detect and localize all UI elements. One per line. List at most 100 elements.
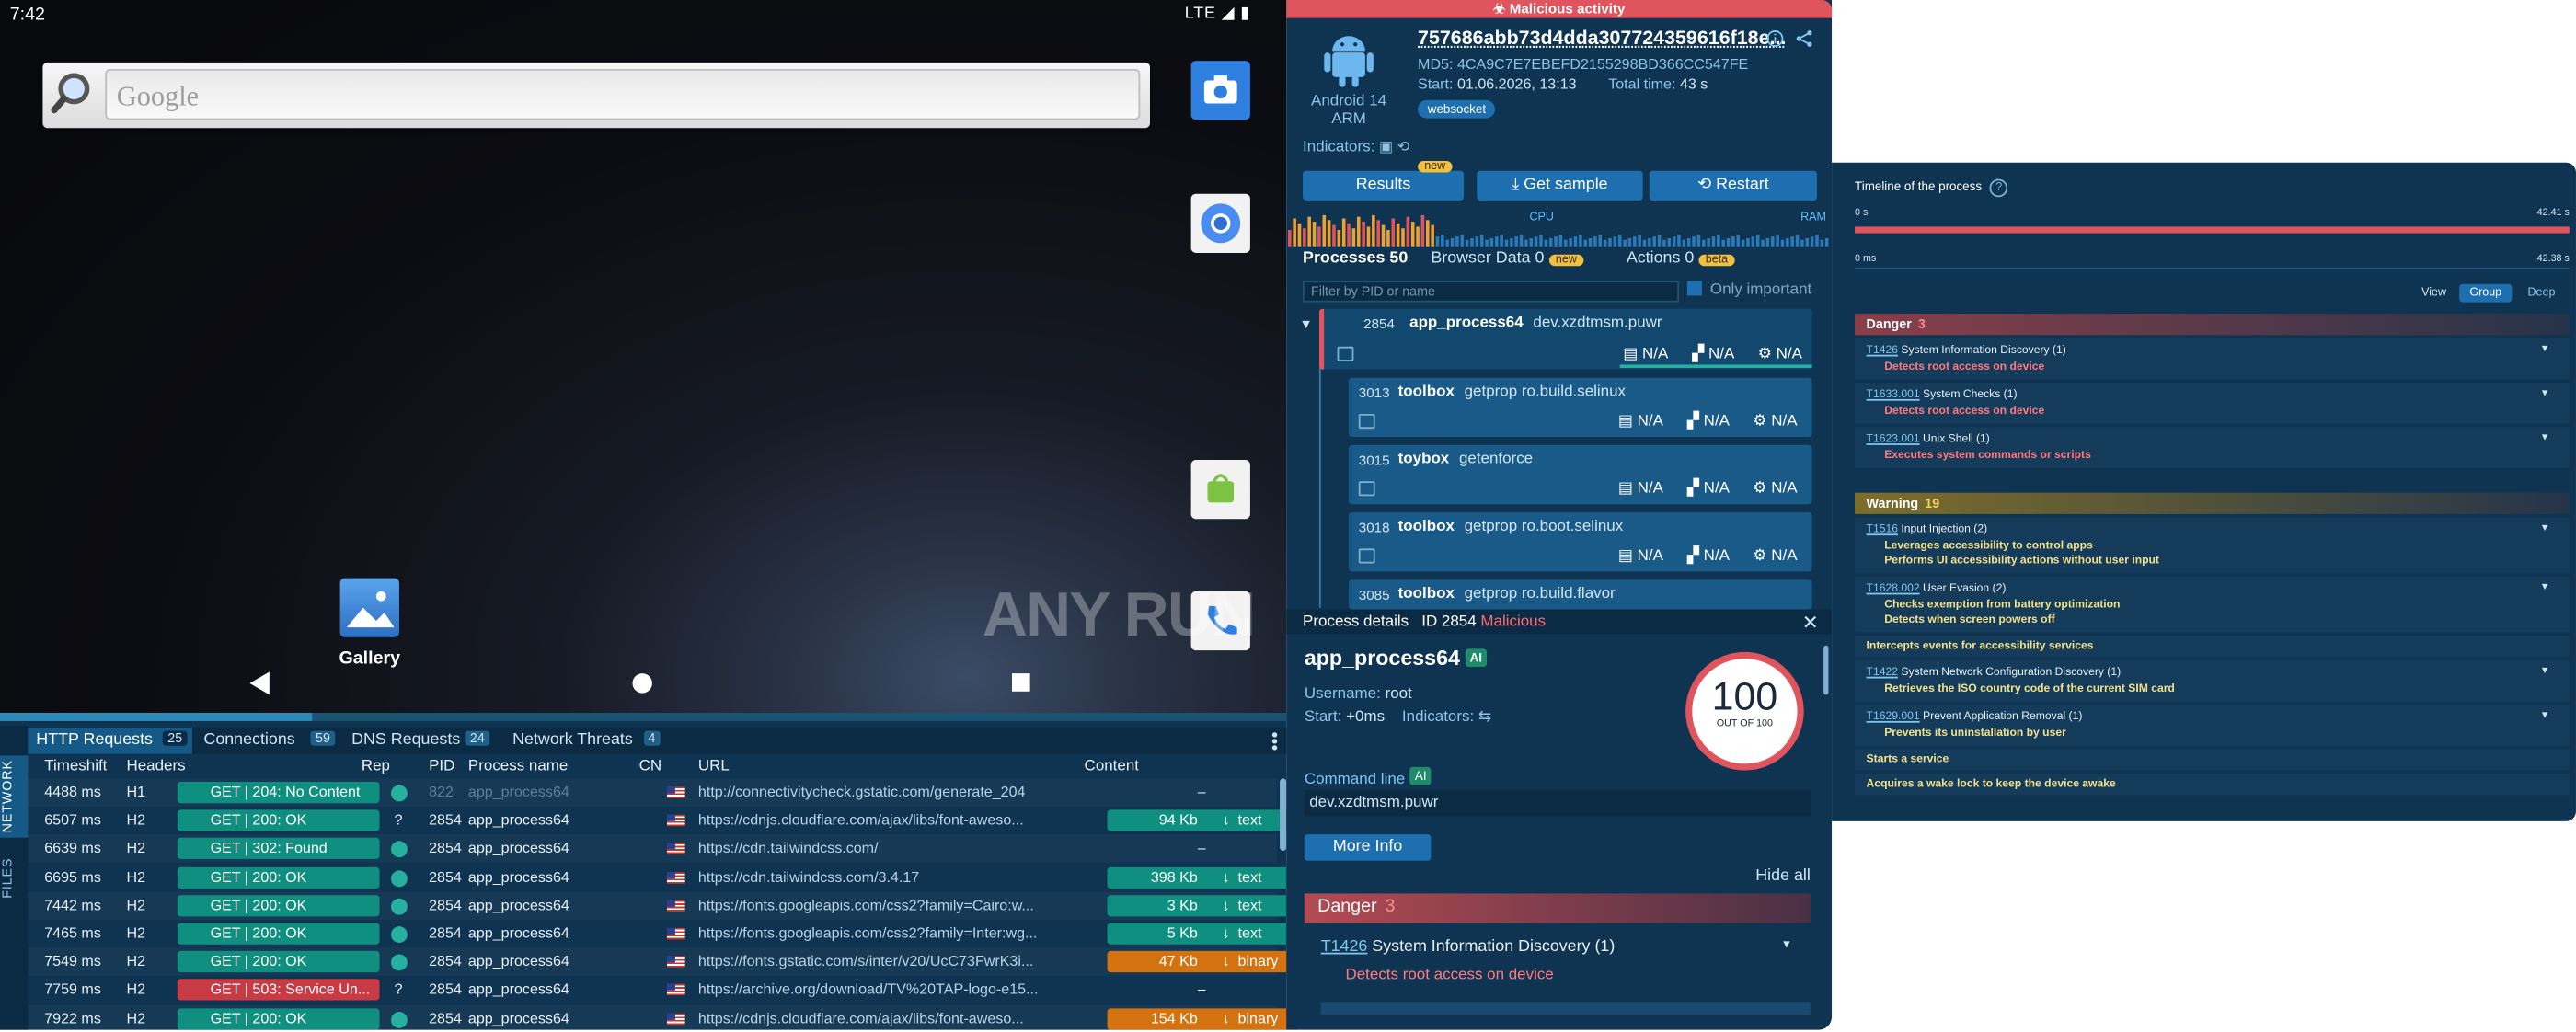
chevron-down-icon[interactable]: ▼ bbox=[2540, 711, 2550, 721]
timeline-warning-section[interactable]: Warning 19 bbox=[1855, 492, 2570, 514]
status-badge[interactable]: GET | 200: OK bbox=[177, 894, 380, 917]
details-scrollbar[interactable] bbox=[1823, 645, 1829, 695]
process-item[interactable]: 3085 toolbox getprop ro.build.flavor bbox=[1349, 579, 1812, 610]
danger-technique[interactable]: T1426 System Information Discovery (1) bbox=[1321, 938, 1616, 957]
more-info-button[interactable]: More Info bbox=[1304, 834, 1432, 861]
table-row[interactable]: 6695 ms H2 GET | 200: OK 2854 app_process64 h… bbox=[28, 864, 1300, 891]
table-scrollbar[interactable] bbox=[1280, 778, 1287, 851]
table-row[interactable]: 7759 ms H2 GET | 503: Service Un...? 2854 ap… bbox=[28, 976, 1276, 1003]
collapse-icon[interactable]: ▼ bbox=[1299, 317, 1312, 332]
row-url[interactable]: https://fonts.googleapis.com/css2?family… bbox=[698, 897, 1073, 913]
col-headers[interactable]: Headers bbox=[126, 757, 185, 775]
timeline-technique[interactable]: T1628.002 User Evasion (2) ▼ Checks exempt… bbox=[1855, 576, 2570, 633]
col-content[interactable]: Content bbox=[1085, 757, 1139, 775]
status-badge[interactable]: GET | 200: OK bbox=[177, 809, 380, 831]
get-sample-button[interactable]: ⤓ Get sample bbox=[1477, 170, 1643, 201]
content-badge[interactable]: 154 Kb ↓ binary bbox=[1107, 1007, 1300, 1029]
task-hash[interactable]: 757686abb73d4dda307724359616f18e... bbox=[1418, 27, 1786, 50]
timeline-technique[interactable]: T1426 System Information Discovery (1) ▼ D… bbox=[1855, 338, 2570, 380]
table-row[interactable]: 7465 ms H2 GET | 200: OK 2854 app_process64 h… bbox=[28, 920, 1300, 947]
row-url[interactable]: https://cdnjs.cloudflare.com/ajax/libs/f… bbox=[698, 1009, 1073, 1026]
tab-connections[interactable]: Connections 59 bbox=[195, 728, 339, 754]
back-icon[interactable] bbox=[249, 671, 270, 695]
status-badge[interactable]: GET | 204: No Content bbox=[177, 781, 380, 804]
command-line-value[interactable]: dev.xzdtmsm.puwr bbox=[1304, 789, 1811, 817]
help-icon[interactable]: ? bbox=[1989, 178, 2008, 198]
row-url[interactable]: https://fonts.gstatic.com/s/inter/v20/Uc… bbox=[698, 953, 1073, 969]
table-row[interactable]: 4488 ms H1 GET | 204: No Content 822 app_pro… bbox=[28, 778, 1276, 806]
hide-all-button[interactable]: Hide all bbox=[1755, 867, 1811, 886]
side-tab-network[interactable]: NETWORK bbox=[0, 755, 29, 838]
process-filter-input[interactable]: Filter by PID or name bbox=[1303, 281, 1679, 303]
content-badge[interactable]: 5 Kb ↓ text bbox=[1107, 923, 1300, 945]
tab-browser-data[interactable]: Browser Data 0 new bbox=[1431, 249, 1583, 268]
timeline-technique[interactable]: T1623.001 Unix Shell (1) ▼ Executes system… bbox=[1855, 427, 2570, 468]
row-url[interactable]: http://connectivitycheck.gstatic.com/gen… bbox=[698, 784, 1073, 800]
row-url[interactable]: https://cdn.tailwindcss.com/ bbox=[698, 840, 1073, 856]
tab-actions[interactable]: Actions 0 beta bbox=[1627, 249, 1735, 268]
more-options-icon[interactable]: • • • bbox=[1271, 727, 1278, 758]
share-icon[interactable] bbox=[1796, 29, 1814, 48]
tab-dns-requests[interactable]: DNS Requests 24 bbox=[343, 728, 494, 754]
chevron-down-icon[interactable]: ▼ bbox=[2540, 345, 2550, 355]
content-badge[interactable]: 398 Kb ↓ text bbox=[1107, 866, 1300, 889]
process-item[interactable]: 3013 toolbox getprop ro.build.selinux ▤ N/A… bbox=[1349, 377, 1812, 437]
status-badge[interactable]: GET | 200: OK bbox=[177, 866, 380, 889]
app-store-icon[interactable] bbox=[1190, 459, 1250, 520]
danger-section[interactable]: Danger 3 bbox=[1304, 893, 1811, 923]
status-badge[interactable]: GET | 302: Found bbox=[177, 838, 380, 860]
camera-app-icon[interactable] bbox=[1190, 61, 1250, 120]
home-icon[interactable] bbox=[632, 673, 652, 694]
row-url[interactable]: https://archive.org/download/TV%20TAP-lo… bbox=[698, 981, 1073, 998]
browser-app-icon[interactable] bbox=[1190, 193, 1250, 253]
view-deep-button[interactable]: Deep bbox=[2515, 284, 2568, 303]
process-root[interactable]: 2854 app_process64 dev.xzdtmsm.puwr ▤ N/A ▞ … bbox=[1318, 308, 1812, 370]
row-url[interactable]: https://cdnjs.cloudflare.com/ajax/libs/f… bbox=[698, 811, 1073, 828]
content-badge[interactable]: 94 Kb ↓ text bbox=[1107, 809, 1300, 831]
checkbox-icon[interactable] bbox=[1686, 281, 1702, 296]
timeline-technique[interactable]: T1516 Input Injection (2) ▼ Leverages acce… bbox=[1855, 517, 2570, 574]
table-row[interactable]: 7922 ms H2 GET | 200: OK 2854 app_process64 h… bbox=[28, 1004, 1300, 1032]
search-input[interactable]: Google bbox=[105, 68, 1141, 120]
tab-processes[interactable]: Processes 50 bbox=[1303, 249, 1408, 268]
gallery-app-icon[interactable] bbox=[339, 578, 399, 637]
tab-http-requests[interactable]: HTTP Requests 25 bbox=[28, 728, 192, 754]
table-row[interactable]: 7549 ms H2 GET | 200: OK 2854 app_process64 h… bbox=[28, 948, 1300, 976]
status-badge[interactable]: GET | 200: OK bbox=[177, 1007, 380, 1029]
timeline-event[interactable]: Intercepts events for accessibility serv… bbox=[1855, 636, 2570, 658]
timeline-technique[interactable]: T1629.001 Prevent Application Removal (1… bbox=[1855, 705, 2570, 746]
process-item[interactable]: 3015 toybox getenforce ▤ N/A ▞ N/A ⚙ N/A bbox=[1349, 444, 1812, 505]
chevron-down-icon[interactable]: ▼ bbox=[2540, 524, 2550, 534]
websocket-tag[interactable]: websocket bbox=[1418, 99, 1496, 119]
chevron-down-icon[interactable]: ▼ bbox=[2540, 433, 2550, 443]
only-important-toggle[interactable]: Only important bbox=[1686, 281, 1811, 299]
tab-network-threats[interactable]: Network Threats 4 bbox=[504, 728, 665, 754]
results-button[interactable]: Results bbox=[1303, 170, 1465, 201]
col-rep[interactable]: Rep bbox=[362, 757, 390, 775]
recents-icon[interactable] bbox=[1011, 673, 1030, 692]
row-url[interactable]: https://cdn.tailwindcss.com/3.4.17 bbox=[698, 868, 1073, 885]
chevron-down-icon[interactable]: ▼ bbox=[2540, 667, 2550, 677]
side-tab-files[interactable]: FILES bbox=[0, 854, 28, 904]
timeline-bar[interactable] bbox=[1855, 226, 2570, 234]
status-badge[interactable]: GET | 503: Service Un... bbox=[177, 979, 380, 1002]
timeline-technique[interactable]: T1633.001 System Checks (1) ▼ Detects root… bbox=[1855, 383, 2570, 424]
google-search-widget[interactable]: Google bbox=[42, 62, 1150, 129]
row-url[interactable]: https://fonts.googleapis.com/css2?family… bbox=[698, 924, 1073, 941]
info-icon[interactable] bbox=[1766, 29, 1785, 48]
content-badge[interactable]: 3 Kb ↓ text bbox=[1107, 894, 1300, 917]
col-url[interactable]: URL bbox=[698, 757, 730, 775]
status-badge[interactable]: GET | 200: OK bbox=[177, 951, 380, 973]
status-badge[interactable]: GET | 200: OK bbox=[177, 923, 380, 945]
col-pid[interactable]: PID bbox=[429, 757, 454, 775]
col-process-name[interactable]: Process name bbox=[468, 757, 568, 775]
process-item[interactable]: 3018 toolbox getprop ro.boot.selinux ▤ N/A ▞… bbox=[1349, 512, 1812, 572]
timeline-event[interactable]: Acquires a wake lock to keep the device … bbox=[1855, 774, 2570, 796]
col-timeshift[interactable]: Timeshift bbox=[44, 757, 107, 775]
chevron-down-icon[interactable]: ▼ bbox=[2540, 389, 2550, 399]
view-group-button[interactable]: Group bbox=[2459, 283, 2513, 303]
close-icon[interactable]: ✕ bbox=[1802, 611, 1819, 634]
col-cn[interactable]: CN bbox=[639, 757, 662, 775]
table-row[interactable]: 7442 ms H2 GET | 200: OK 2854 app_process64 h… bbox=[28, 891, 1300, 919]
chevron-down-icon[interactable]: ▼ bbox=[1781, 939, 1792, 950]
